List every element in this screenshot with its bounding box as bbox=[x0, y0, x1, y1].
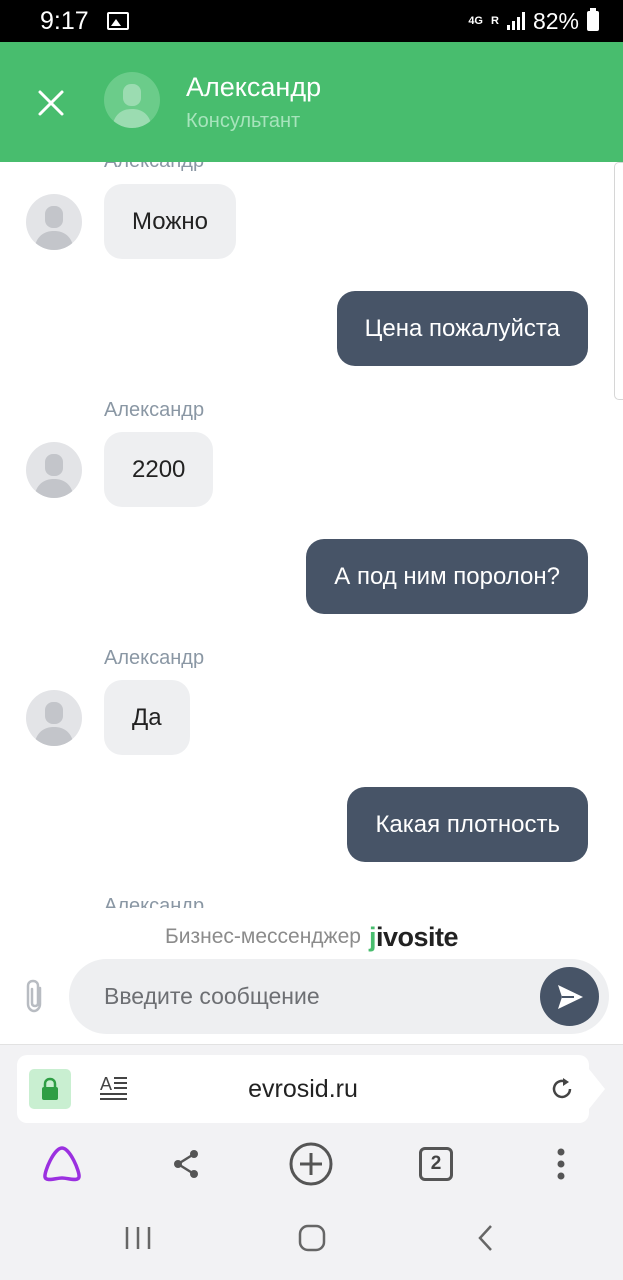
message-list[interactable]: Александр Можно Цена пожалуйста Александ… bbox=[0, 162, 623, 908]
chat-header: Александр Консультант bbox=[0, 42, 623, 162]
status-indicators: 4G R 82% bbox=[468, 8, 599, 35]
battery-icon bbox=[587, 8, 599, 31]
agent-message-avatar bbox=[26, 690, 82, 746]
incoming-message: Да bbox=[104, 680, 190, 755]
recent-apps-button[interactable] bbox=[116, 1216, 160, 1260]
share-button[interactable] bbox=[162, 1140, 210, 1188]
user-silhouette-icon bbox=[34, 702, 74, 746]
more-menu-button[interactable] bbox=[537, 1140, 585, 1188]
message-sender-name: Александр bbox=[104, 895, 205, 908]
image-notification-icon bbox=[106, 12, 129, 30]
jivosite-logo: jivosite bbox=[368, 921, 459, 952]
user-silhouette-icon bbox=[34, 206, 74, 250]
back-button[interactable] bbox=[464, 1216, 508, 1260]
tab-count: 2 bbox=[419, 1147, 453, 1181]
battery-percent: 82% bbox=[532, 7, 579, 34]
android-navigation-bar bbox=[0, 1196, 623, 1280]
new-tab-button[interactable] bbox=[287, 1140, 335, 1188]
agent-message-avatar bbox=[26, 442, 82, 498]
agent-role: Консультант bbox=[186, 110, 301, 132]
alice-icon bbox=[43, 1146, 81, 1182]
message-sender-name: Александр bbox=[104, 162, 204, 173]
reload-icon[interactable] bbox=[549, 1076, 575, 1102]
message-input[interactable] bbox=[69, 959, 609, 1034]
home-button[interactable] bbox=[290, 1216, 334, 1260]
incoming-message: 2200 bbox=[104, 432, 214, 507]
send-icon bbox=[557, 984, 583, 1009]
status-time: 9:17 bbox=[40, 6, 89, 35]
close-icon bbox=[38, 90, 64, 116]
signal-icon bbox=[506, 12, 525, 30]
network-type-label: 4G bbox=[468, 14, 483, 27]
roaming-label: R bbox=[491, 14, 499, 27]
branding[interactable]: Бизнес-мессенджер jivosite bbox=[0, 917, 623, 957]
user-silhouette-icon bbox=[112, 84, 152, 128]
agent-name: Александр bbox=[186, 72, 322, 102]
send-button[interactable] bbox=[540, 967, 599, 1026]
browser-address-bar: A evrosid.ru bbox=[0, 1044, 623, 1134]
scrollbar[interactable] bbox=[614, 162, 623, 400]
status-bar: 9:17 4G R 82% bbox=[0, 0, 623, 42]
alice-assistant-button[interactable] bbox=[38, 1140, 86, 1188]
attach-file-button[interactable] bbox=[20, 976, 52, 1016]
url-text: evrosid.ru bbox=[248, 1074, 358, 1103]
paperclip-icon bbox=[26, 979, 42, 1013]
recent-apps-icon bbox=[125, 1227, 151, 1249]
user-silhouette-icon bbox=[34, 454, 74, 498]
message-sender-name: Александр bbox=[104, 399, 205, 421]
branding-text: Бизнес-мессенджер bbox=[164, 925, 361, 948]
outgoing-message: Какая плотность bbox=[347, 787, 588, 862]
more-vertical-icon bbox=[557, 1148, 565, 1180]
outgoing-message: Цена пожалуйста bbox=[336, 291, 588, 366]
share-icon bbox=[174, 1150, 198, 1178]
agent-message-avatar bbox=[26, 194, 82, 250]
url-field[interactable]: A evrosid.ru bbox=[17, 1055, 605, 1123]
message-sender-name: Александр bbox=[104, 647, 205, 669]
plus-circle-icon bbox=[289, 1142, 333, 1186]
back-chevron-icon bbox=[478, 1225, 492, 1251]
agent-avatar bbox=[104, 72, 160, 128]
home-icon bbox=[298, 1224, 326, 1252]
browser-toolbar: 2 bbox=[0, 1134, 623, 1196]
outgoing-message: А под ним поролон? bbox=[306, 539, 588, 614]
incoming-message: Можно bbox=[104, 184, 236, 259]
close-chat-button[interactable] bbox=[30, 82, 72, 124]
tabs-button[interactable]: 2 bbox=[412, 1140, 460, 1188]
